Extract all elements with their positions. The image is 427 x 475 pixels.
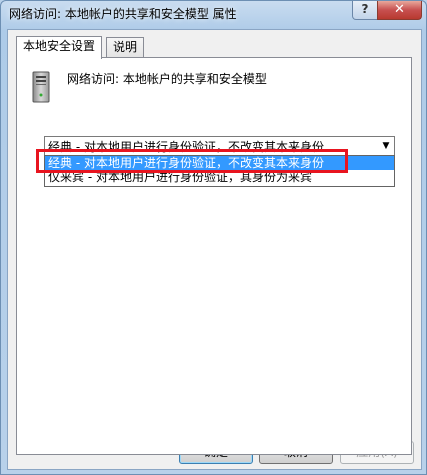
window-title: 网络访问: 本地帐户的共享和安全模型 属性 — [9, 7, 237, 21]
policy-name: 网络访问: 本地帐户的共享和安全模型 — [67, 72, 267, 86]
tab-local-security-setting[interactable]: 本地安全设置 — [16, 36, 103, 59]
tab-panel: 网络访问: 本地帐户的共享和安全模型 经典 - 对本地用户进行身份验证，不改变其… — [16, 57, 412, 455]
annotation-highlight-box — [36, 149, 348, 173]
chevron-down-icon[interactable]: ▼ — [378, 137, 394, 155]
title-bar[interactable]: 网络访问: 本地帐户的共享和安全模型 属性 ? ✕ — [1, 1, 426, 25]
computer-icon — [32, 71, 50, 103]
properties-dialog: 网络访问: 本地帐户的共享和安全模型 属性 ? ✕ 本地安全设置 说明 网络访问… — [0, 0, 427, 475]
tab-explain[interactable]: 说明 — [106, 37, 145, 58]
help-button[interactable]: ? — [352, 1, 378, 20]
close-button[interactable]: ✕ — [377, 1, 422, 20]
dialog-client-area: 本地安全设置 说明 网络访问: 本地帐户的共享和安全模型 经典 - 对本地用户进… — [7, 29, 422, 470]
